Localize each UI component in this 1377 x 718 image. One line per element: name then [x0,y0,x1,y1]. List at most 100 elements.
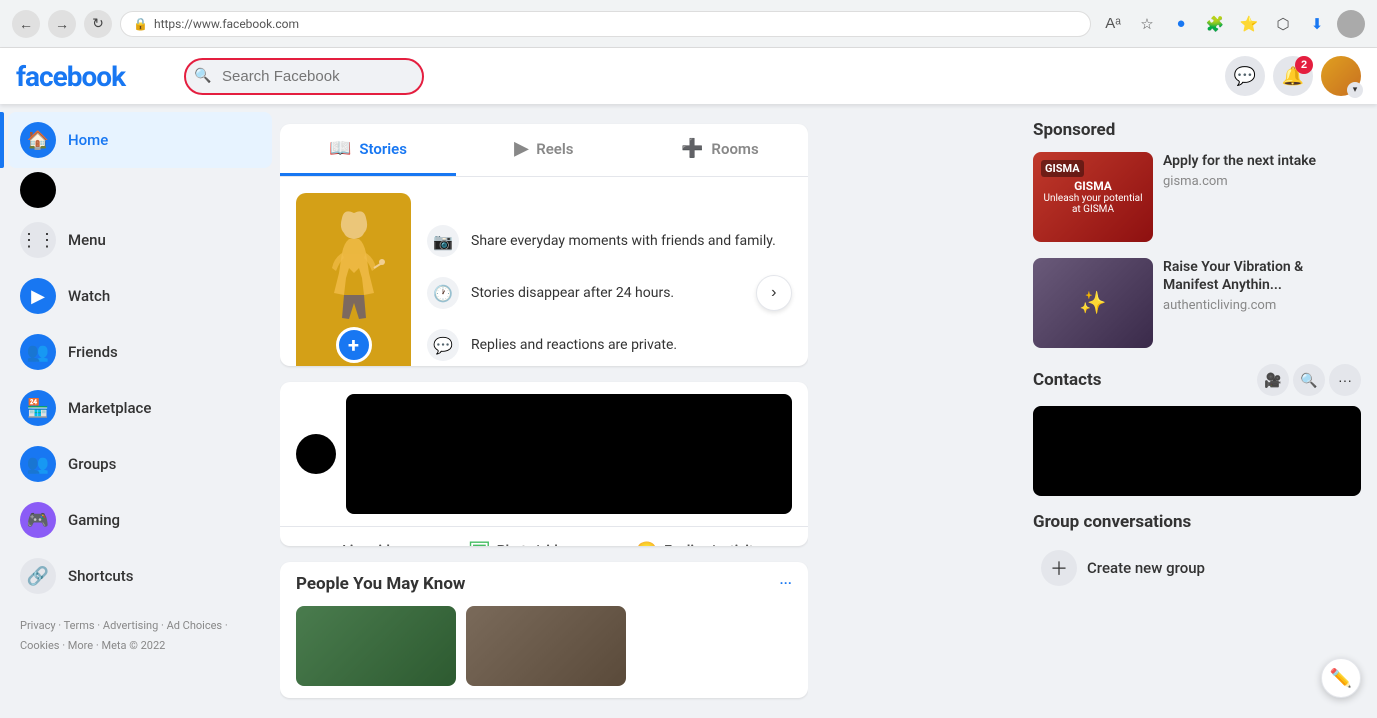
sidebar-item-gaming[interactable]: 🎮 Gaming [8,492,272,548]
post-input-box[interactable] [346,394,792,514]
story-info-text-3: Replies and reactions are private. [471,337,677,353]
sidebar-gaming-label: Gaming [68,511,120,529]
sidebar-shortcuts-label: Shortcuts [68,567,133,585]
fb-logo: facebook [16,60,176,93]
create-group-icon: ＋ [1041,550,1077,586]
feeling-button[interactable]: 😊 Feeling/activity [624,533,773,546]
browser-reading-icon[interactable]: Aᵃ [1099,10,1127,38]
header-right: 💬 🔔 2 ▾ [1225,56,1361,96]
post-actions-row: ⏺ Live video 🖼 Photo/video 😊 Feeling/act… [280,527,808,546]
ad-info-2: Raise Your Vibration & Manifest Anythin.… [1163,258,1361,348]
compose-button[interactable]: ✏️ [1321,658,1361,698]
create-story-plus-button[interactable]: + [336,327,372,363]
tab-reels[interactable]: ▶ Reels [456,124,632,176]
stories-tabs: 📖 Stories ▶ Reels ➕ Rooms [280,124,808,177]
browser-star-icon[interactable]: ☆ [1133,10,1161,38]
forward-button[interactable]: → [48,10,76,38]
browser-chrome: ← → ↻ 🔒 https://www.facebook.com Aᵃ ☆ ● … [0,0,1377,48]
people-thumb-1[interactable] [296,606,456,686]
rooms-tab-label: Rooms [711,140,758,158]
sidebar-item-marketplace[interactable]: 🏪 Marketplace [8,380,272,436]
ad-thumb-1: GISMA Unleash your potential at GISMA [1033,152,1153,242]
marketplace-icon: 🏪 [20,390,56,426]
home-icon: 🏠 [20,122,56,158]
right-sidebar: Sponsored GISMA Unleash your potential a… [1017,104,1377,718]
post-user-avatar [296,434,336,474]
sidebar-user-thumb [20,172,56,208]
back-button[interactable]: ← [12,10,40,38]
browser-toolbar: Aᵃ ☆ ● 🧩 ⭐ ⬡ ⬇ [1099,10,1365,38]
sidebar-item-groups[interactable]: 👥 Groups [8,436,272,492]
url-bar[interactable]: 🔒 https://www.facebook.com [120,11,1091,37]
ad-title-2: Raise Your Vibration & Manifest Anythin.… [1163,258,1361,294]
pencil-icon: ✏️ [1330,668,1352,689]
photo-video-label: Photo/video [497,543,574,546]
ad-item-1[interactable]: GISMA Unleash your potential at GISMA Ap… [1033,152,1361,242]
browser-ext-icon-2[interactable]: 🧩 [1201,10,1229,38]
post-create-top [280,382,808,527]
search-wrapper: 🔍 [184,58,424,95]
rooms-tab-icon: ➕ [681,138,703,159]
ad-info-1: Apply for the next intake gisma.com [1163,152,1361,242]
friends-icon: 👥 [20,334,56,370]
messenger-button[interactable]: 💬 [1225,56,1265,96]
people-thumbs [296,606,792,686]
story-reply-icon: 💬 [427,329,459,361]
tab-rooms[interactable]: ➕ Rooms [632,124,808,176]
notification-badge: 2 [1295,56,1313,74]
create-story-thumb[interactable]: + Create story [296,193,411,366]
browser-profile-icon[interactable] [1337,10,1365,38]
sidebar-item-home[interactable]: 🏠 Home [8,112,272,168]
contacts-search-button[interactable]: 🔍 [1293,364,1325,396]
stories-card: 📖 Stories ▶ Reels ➕ Rooms [280,124,808,366]
live-video-button[interactable]: ⏺ Live video [315,533,417,546]
fb-header: facebook 🔍 💬 🔔 2 ▾ [0,48,1377,104]
story-info-item-3: 💬 Replies and reactions are private. [427,329,776,361]
story-next-button[interactable]: › [756,275,792,311]
feeling-label: Feeling/activity [664,543,760,546]
ad-domain-1: gisma.com [1163,174,1361,189]
search-input[interactable] [184,58,424,95]
sidebar-groups-label: Groups [68,455,116,473]
ad-thumb-2: ✨ [1033,258,1153,348]
sidebar-footer: Privacy · Terms · Advertising · Ad Choic… [8,604,272,668]
post-create-card: ⏺ Live video 🖼 Photo/video 😊 Feeling/act… [280,382,808,546]
ad-item-2[interactable]: ✨ Raise Your Vibration & Manifest Anythi… [1033,258,1361,348]
photo-video-button[interactable]: 🖼 Photo/video [456,533,585,546]
browser-bookmark-icon[interactable]: ⭐ [1235,10,1263,38]
people-section-title: People You May Know [296,574,465,594]
people-card: People You May Know ··· [280,562,808,698]
group-conversations-section: Group conversations ＋ Create new group [1033,512,1361,594]
tab-stories[interactable]: 📖 Stories [280,124,456,176]
story-info-text-2: Stories disappear after 24 hours. [471,285,674,301]
browser-ext-icon-1[interactable]: ● [1167,10,1195,38]
contacts-actions: 🎥 🔍 ··· [1257,364,1361,396]
sidebar-item-menu[interactable]: ⋮⋮ Menu [8,212,272,268]
sidebar-item-watch[interactable]: ▶ Watch [8,268,272,324]
sidebar-user-section [8,168,272,212]
sidebar-item-shortcuts[interactable]: 🔗 Shortcuts [8,548,272,604]
contacts-more-button[interactable]: ··· [1329,364,1361,396]
stories-info: 📷 Share everyday moments with friends an… [411,193,792,366]
create-new-group-button[interactable]: ＋ Create new group [1033,542,1361,594]
profile-avatar-wrap[interactable]: ▾ [1321,56,1361,96]
watch-icon: ▶ [20,278,56,314]
group-conv-title: Group conversations [1033,512,1361,532]
people-more-button[interactable]: ··· [780,576,792,592]
refresh-button[interactable]: ↻ [84,10,112,38]
messenger-icon: 💬 [1234,66,1256,87]
contacts-video-button[interactable]: 🎥 [1257,364,1289,396]
notifications-button[interactable]: 🔔 2 [1273,56,1313,96]
sidebar-item-friends[interactable]: 👥 Friends [8,324,272,380]
fb-layout: 🏠 Home ⋮⋮ Menu ▶ Watch 👥 Friends 🏪 Marke… [0,48,1377,718]
contacts-section: Contacts 🎥 🔍 ··· [1033,364,1361,496]
browser-collections-icon[interactable]: ⬡ [1269,10,1297,38]
browser-download-icon[interactable]: ⬇ [1303,10,1331,38]
live-video-icon: ⏺ [327,541,336,546]
menu-icon: ⋮⋮ [20,222,56,258]
shortcuts-icon: 🔗 [20,558,56,594]
ad-domain-2: authenticliving.com [1163,298,1361,313]
search-icon: 🔍 [194,68,211,84]
people-thumb-2[interactable] [466,606,626,686]
contacts-title: Contacts [1033,370,1101,390]
